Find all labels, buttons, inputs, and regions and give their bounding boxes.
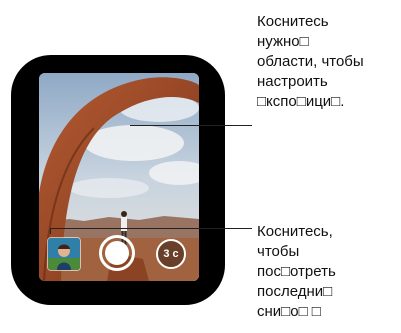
camera-viewfinder[interactable]: 3 c bbox=[39, 73, 199, 281]
exposure-callout: Коснитесь нужно□ области, чтобы настроит… bbox=[257, 12, 364, 112]
last-photo-callout-line: чтобы bbox=[257, 243, 300, 260]
exposure-callout-line: нужно□ bbox=[257, 33, 309, 50]
last-photo-callout: Коснитесь, чтобы пос□отреть последни□ сн… bbox=[257, 222, 336, 322]
last-photo-callout-line: последни□ bbox=[257, 283, 333, 300]
timer-label: 3 c bbox=[163, 248, 179, 260]
last-photo-callout-line: сни□о□ □ bbox=[257, 303, 321, 320]
thumbnail-leader-stub bbox=[50, 228, 51, 234]
last-photo-callout-line: Коснитесь, bbox=[257, 223, 333, 240]
apple-watch-device: 3 c bbox=[11, 55, 225, 305]
exposure-callout-line: Коснитесь bbox=[257, 13, 329, 30]
timer-3s-button[interactable]: 3 c bbox=[156, 239, 186, 269]
last-photo-callout-line: пос□отреть bbox=[257, 263, 336, 280]
exposure-leader-line bbox=[130, 125, 252, 126]
exposure-callout-line: настроить bbox=[257, 73, 328, 90]
photo-thumbnail-icon bbox=[48, 238, 80, 270]
shutter-icon bbox=[105, 241, 129, 265]
shutter-button[interactable] bbox=[99, 235, 135, 271]
exposure-callout-line: □кспо□ици□. bbox=[257, 93, 345, 110]
exposure-callout-line: области, чтобы bbox=[257, 53, 364, 70]
last-photo-thumbnail[interactable] bbox=[47, 237, 81, 271]
thumbnail-leader-line bbox=[50, 228, 252, 229]
